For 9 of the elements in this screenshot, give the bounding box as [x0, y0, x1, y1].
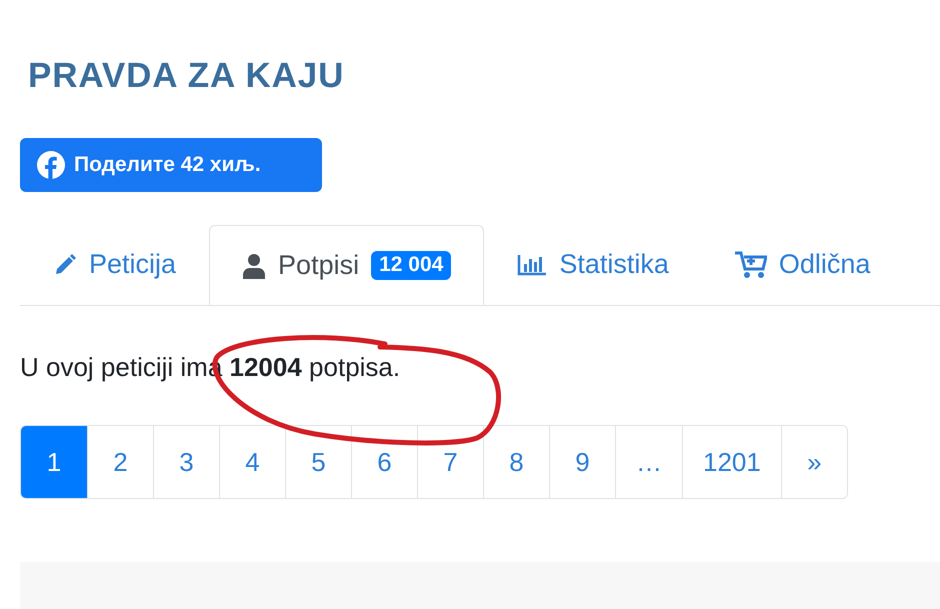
page-title: PRAVDA ZA KAJU	[28, 58, 344, 93]
count-badge: 12 004	[371, 251, 452, 280]
tab[interactable]: Peticija	[20, 225, 210, 305]
page-link[interactable]: »	[780, 426, 847, 498]
page-link[interactable]: 1	[21, 426, 87, 498]
tab[interactable]: Odlična	[702, 225, 904, 305]
facebook-share-button[interactable]: Поделите 42 хиљ.	[20, 138, 322, 192]
tab[interactable]: Statistika	[484, 225, 702, 305]
tab[interactable]: Potpisi 12 004	[209, 225, 484, 305]
